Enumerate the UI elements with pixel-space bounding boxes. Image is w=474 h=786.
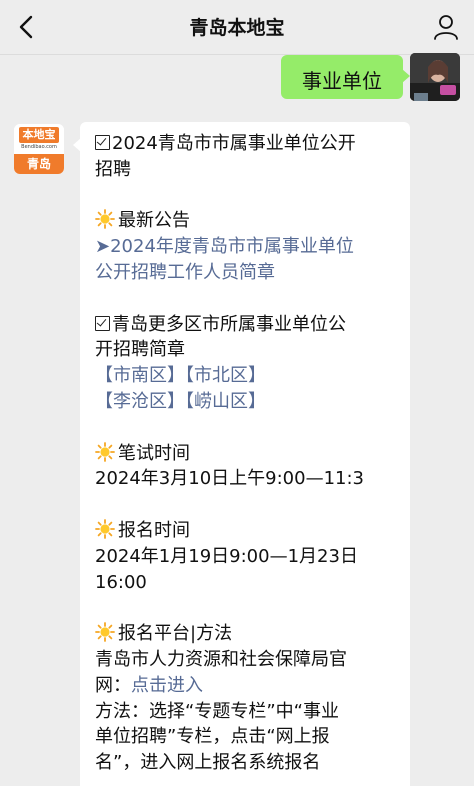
user-avatar[interactable] <box>410 53 460 101</box>
sun-emoji-icon <box>95 519 115 539</box>
sun-emoji-icon <box>95 441 115 462</box>
section-exam-time: 笔试时间 <box>118 442 190 464</box>
reply-heading-cont: 招聘 <box>95 158 131 180</box>
platform-text-cont: 网： <box>95 674 131 696</box>
district-link-laoshan[interactable]: 【崂山区】 <box>185 391 266 412</box>
method-text-end: 名”，进入网上报名系统报名 <box>95 752 321 774</box>
district-link-shinan[interactable]: 【市南区】 <box>95 365 185 386</box>
chat-title: 青岛本地宝 <box>189 17 285 39</box>
top-nav-bar: 青岛本地宝 <box>0 0 474 55</box>
method-text: 方法：选择“专题专栏”中“事业 <box>95 700 339 722</box>
section-latest-notice: 最新公告 <box>118 210 190 232</box>
outgoing-text: 事业单位 <box>302 69 382 93</box>
exam-time-value: 2024年3月10日上午9:00—11:3 <box>95 468 365 490</box>
sun-emoji-icon <box>95 209 115 230</box>
more-districts-heading-cont: 开招聘简章 <box>95 339 185 361</box>
checkbox-icon <box>95 315 110 331</box>
checkbox-icon <box>95 135 110 150</box>
notice-link[interactable]: ➤2024年度青岛市市属事业单位 <box>95 234 415 260</box>
reply-content: 2024青岛市市属事业单位公开 招聘 最新公告 ➤2024年度青岛市市属事业单位… <box>95 131 415 776</box>
account-logo: 本地宝 Bendibao.com <box>14 124 64 154</box>
logo-main-text: 本地宝 <box>19 127 59 143</box>
section-registration-time: 报名时间 <box>118 519 190 541</box>
incoming-bubble: 2024青岛市市属事业单位公开 招聘 最新公告 ➤2024年度青岛市市属事业单位… <box>73 122 410 786</box>
district-link-shibei[interactable]: 【市北区】 <box>185 365 266 386</box>
method-text-cont: 单位招聘”专栏，点击“网上报 <box>95 726 330 748</box>
notice-link-cont[interactable]: 公开招聘工作人员简章 <box>95 260 415 286</box>
reply-heading: 2024青岛市市属事业单位公开 <box>112 133 356 154</box>
user-avatar-image <box>410 53 460 101</box>
district-link-licang[interactable]: 【李沧区】 <box>95 391 185 412</box>
section-registration-platform: 报名平台|方法 <box>118 623 233 645</box>
registration-time-value: 2024年1月19日9:00—1月23日 <box>95 545 358 567</box>
logo-city-text: 青岛 <box>14 154 64 174</box>
enter-link[interactable]: 点击进入 <box>131 675 203 696</box>
registration-time-value-cont: 16:00 <box>95 571 147 593</box>
platform-text: 青岛市人力资源和社会保障局官 <box>95 648 347 670</box>
more-districts-heading: 青岛更多区市所属事业单位公 <box>112 313 346 335</box>
account-avatar[interactable]: 本地宝 Bendibao.com 青岛 <box>14 124 64 174</box>
sun-emoji-icon <box>95 622 115 643</box>
profile-icon[interactable] <box>432 13 460 41</box>
logo-sub-text: Bendibao.com <box>21 144 57 150</box>
outgoing-bubble[interactable]: 事业单位 <box>281 55 410 99</box>
